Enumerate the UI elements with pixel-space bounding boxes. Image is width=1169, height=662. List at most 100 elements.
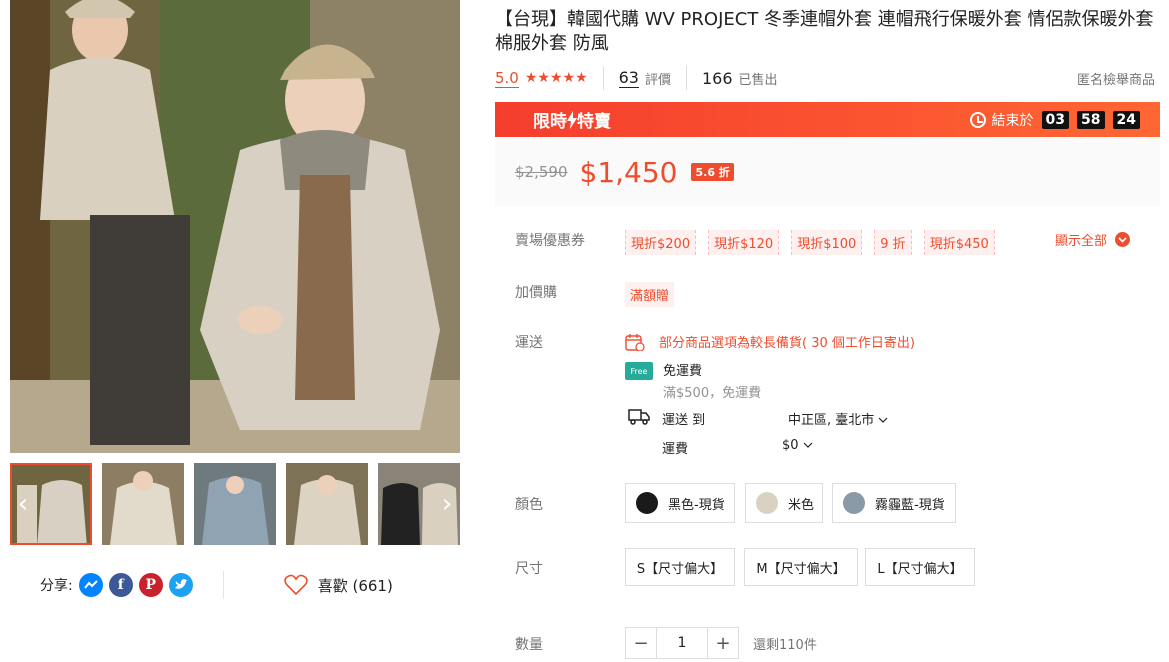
rating-row: 5.0 ★★★★★ 63 評價 166 已售出 匿名檢舉商品 (495, 66, 1155, 90)
shipping-note-text: 部分商品選項為較長備貨( 30 個工作日寄出) (659, 336, 915, 351)
color-option-beige[interactable]: 米色 (745, 483, 823, 523)
color-option-label: 米色 (788, 497, 815, 513)
shipping-fee-value: $0 (782, 438, 799, 453)
reviews-count[interactable]: 63 (618, 68, 639, 88)
color-option-label: 霧霾藍-現貨 (875, 497, 945, 513)
chevron-down-icon (803, 438, 813, 453)
ship-to-selector[interactable]: 中正區, 臺北市 (788, 409, 888, 428)
chevron-right-icon: › (441, 489, 453, 519)
like-label: 喜歡 (661) (317, 576, 393, 595)
flash-sale-title-b: 特賣 (577, 112, 611, 132)
shipping-fee-selector[interactable]: $0 (782, 438, 813, 453)
size-row: 尺寸 (515, 558, 625, 578)
like-button[interactable]: 喜歡 (661) (283, 574, 393, 596)
share-label: 分享: (40, 578, 73, 594)
quantity-input[interactable]: 1 (657, 627, 707, 659)
twitter-icon[interactable] (168, 573, 193, 597)
divider (602, 66, 604, 90)
share-row: 分享: f P 喜歡 (661) (10, 565, 460, 605)
countdown: 結束於 03 58 24 (969, 110, 1140, 130)
quantity-row: 數量 (515, 634, 625, 654)
product-title: 【台現】韓國代購 WV PROJECT 冬季連帽外套 連帽飛行保暖外套 情侶款保… (495, 9, 1154, 54)
thumbnail-next-arrow[interactable]: › (434, 483, 460, 525)
chevron-down-icon (878, 413, 888, 428)
show-all-label: 顯示全部 (1055, 234, 1108, 249)
price-box: $2,590 $1,450 5.6 折 (495, 138, 1160, 206)
ship-to-label: 運送 到 (662, 413, 706, 428)
voucher-item[interactable]: 現折$450 (923, 230, 995, 255)
color-option-haze-blue[interactable]: 霧霾藍-現貨 (832, 483, 956, 523)
free-shipping-truck-icon: Free (625, 362, 653, 380)
voucher-label: 賣場優惠券 (515, 233, 585, 249)
quantity-minus-button[interactable]: − (625, 627, 657, 659)
size-option-s[interactable]: S【尺寸偏大】 (625, 548, 735, 586)
product-photo (10, 0, 460, 453)
countdown-minutes: 58 (1077, 110, 1105, 129)
truck-icon (628, 409, 650, 425)
voucher-item[interactable]: 現折$120 (708, 230, 780, 255)
countdown-hours: 03 (1041, 110, 1070, 129)
color-option-black[interactable]: 黑色-現貨 (625, 483, 735, 523)
quantity-label: 數量 (515, 637, 543, 653)
reviews-label: 評價 (644, 72, 671, 88)
jacket-swatch-icon (756, 492, 778, 514)
share-divider (222, 571, 224, 599)
addon-label: 加價購 (515, 285, 557, 301)
jacket-swatch-icon (843, 492, 865, 514)
thumbnail-2[interactable] (102, 463, 184, 545)
voucher-item[interactable]: 9 折 (874, 230, 912, 255)
thumbnail-image (194, 463, 276, 545)
free-shipping: Free 免運費 滿$500，免運費 (625, 360, 761, 401)
color-row: 顏色 (515, 494, 625, 514)
sale-price: $1,450 (579, 155, 678, 189)
thumbnail-3[interactable] (194, 463, 276, 545)
free-shipping-title: 免運費 (663, 364, 703, 379)
stock-remaining: 還剩110件 (753, 637, 817, 653)
ship-to-value: 中正區, 臺北市 (788, 413, 875, 428)
flash-sale-title-a: 限時 (533, 112, 567, 132)
flash-sale-title: 限時 特賣 (533, 107, 611, 132)
countdown-label: 結束於 (991, 112, 1034, 129)
addon-row: 加價購 滿額贈 (515, 282, 686, 307)
product-main-image[interactable] (10, 0, 460, 453)
report-link[interactable]: 匿名檢舉商品 (1077, 69, 1155, 88)
free-shipping-condition: 滿$500，免運費 (663, 386, 762, 401)
thumbnail-image (286, 463, 368, 545)
size-option-label: M【尺寸偏大】 (756, 561, 846, 577)
size-option-m[interactable]: M【尺寸偏大】 (744, 548, 858, 586)
size-option-label: L【尺寸偏大】 (877, 561, 963, 577)
thumbnail-image (102, 463, 184, 545)
divider (686, 66, 687, 90)
voucher-item[interactable]: 現折$200 (625, 230, 697, 255)
shipping-row: 運送 (515, 332, 625, 352)
voucher-item[interactable]: 現折$100 (791, 230, 863, 255)
quantity-stepper: − 1 + 還剩110件 (625, 627, 817, 659)
sold-label: 已售出 (738, 72, 778, 88)
calendar-icon (625, 333, 645, 351)
shipping-note: 部分商品選項為較長備貨( 30 個工作日寄出) (625, 332, 915, 351)
discount-badge: 5.6 折 (691, 163, 734, 181)
facebook-icon[interactable]: f (108, 573, 133, 597)
thumbnail-strip: ‹ › (10, 463, 460, 545)
messenger-icon[interactable] (78, 573, 103, 597)
chevron-down-icon (1115, 232, 1131, 247)
clock-icon (969, 111, 986, 128)
lightning-icon (567, 110, 577, 129)
voucher-row: 賣場優惠券 現折$200 現折$120 現折$100 9 折 現折$450 (515, 230, 1007, 255)
shipping-label: 運送 (515, 335, 543, 351)
heart-icon (283, 574, 308, 596)
rating-value[interactable]: 5.0 (495, 69, 519, 88)
quantity-plus-button[interactable]: + (707, 627, 739, 659)
color-option-label: 黑色-現貨 (668, 497, 725, 513)
show-all-vouchers[interactable]: 顯示全部 (1055, 230, 1131, 249)
size-option-l[interactable]: L【尺寸偏大】 (865, 548, 975, 586)
thumbnail-4[interactable] (286, 463, 368, 545)
flash-sale-bar: 限時 特賣 結束於 03 58 24 (495, 102, 1160, 137)
color-label: 顏色 (515, 497, 543, 513)
sold-count: 166 (702, 68, 733, 88)
addon-tag[interactable]: 滿額贈 (625, 282, 675, 307)
pinterest-icon[interactable]: P (138, 573, 163, 597)
thumbnail-prev-arrow[interactable]: ‹ (10, 483, 36, 525)
size-option-label: S【尺寸偏大】 (636, 561, 724, 577)
countdown-seconds: 24 (1112, 110, 1140, 129)
